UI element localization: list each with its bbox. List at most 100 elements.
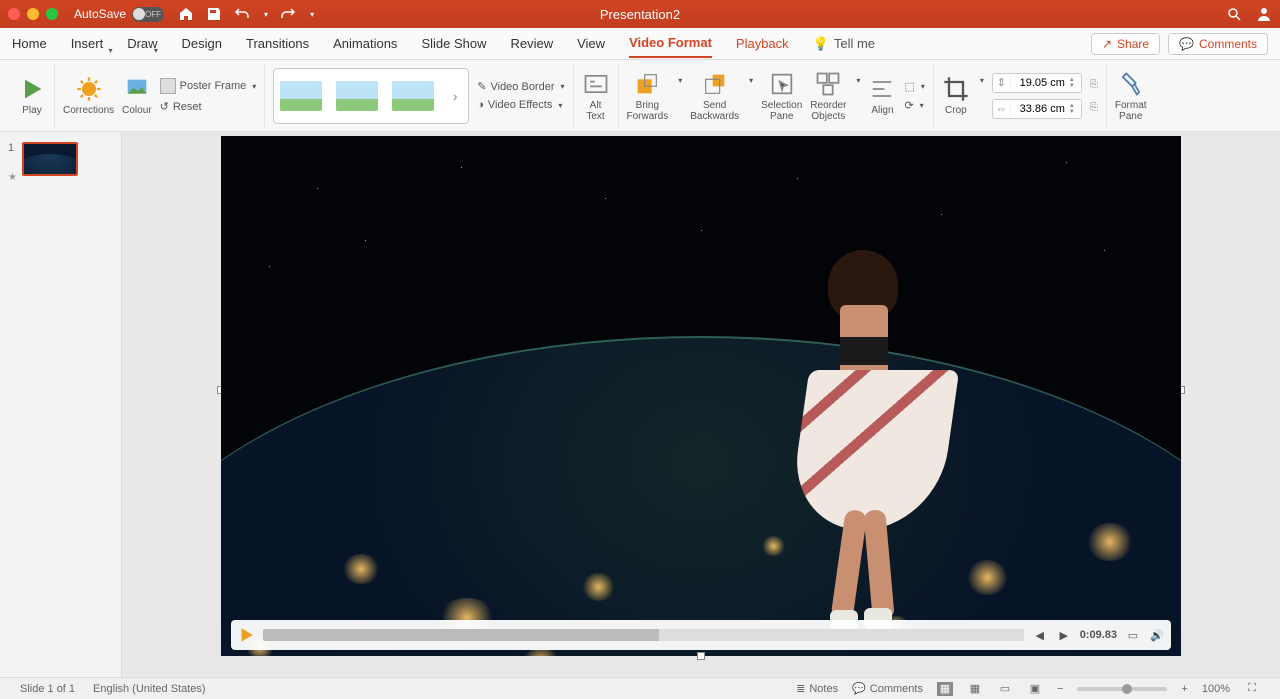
- tab-slide-show[interactable]: Slide Show: [421, 30, 486, 57]
- spinner-down-icon[interactable]: ▼: [1069, 83, 1081, 89]
- lightbulb-icon: 💡: [813, 36, 829, 52]
- resize-handle-bottom[interactable]: [697, 652, 705, 660]
- toggle-switch[interactable]: OFF: [132, 7, 164, 22]
- tab-home[interactable]: Home: [12, 30, 47, 57]
- selected-video-object[interactable]: ◀ ▶ 0:09.83 ▭ 🔊: [221, 136, 1181, 656]
- comment-icon: 💬: [852, 682, 866, 695]
- crop-button[interactable]: Crop: [942, 75, 970, 116]
- chevron-down-icon[interactable]: ▾: [749, 76, 753, 85]
- alt-text-button[interactable]: Alt Text: [582, 70, 610, 122]
- width-field[interactable]: [1011, 103, 1069, 115]
- width-input[interactable]: ⇔ ▲▼: [992, 99, 1082, 119]
- corrections-button[interactable]: Corrections ▾: [63, 75, 114, 116]
- selection-pane-button[interactable]: Selection Pane: [761, 70, 802, 122]
- language-indicator[interactable]: English (United States): [93, 683, 206, 695]
- video-styles-gallery[interactable]: ›: [273, 68, 469, 124]
- chevron-down-icon[interactable]: ▾: [980, 76, 984, 85]
- skip-forward-icon[interactable]: ▶: [1056, 627, 1072, 643]
- fit-to-window-icon[interactable]: ⛶: [1244, 682, 1260, 696]
- tab-animations[interactable]: Animations: [333, 30, 397, 57]
- tell-me-search[interactable]: 💡 Tell me: [813, 36, 875, 52]
- tab-insert[interactable]: Insert: [71, 30, 104, 57]
- tab-transitions[interactable]: Transitions: [246, 30, 309, 57]
- customize-qat-icon[interactable]: ▾: [310, 10, 314, 19]
- zoom-out-icon[interactable]: −: [1057, 683, 1063, 695]
- height-icon: ⇕: [993, 76, 1011, 89]
- spinner-down-icon[interactable]: ▼: [1069, 109, 1081, 115]
- share-button[interactable]: ↗ Share: [1091, 33, 1160, 55]
- send-backwards-button[interactable]: Send Backwards: [690, 70, 739, 122]
- tab-playback[interactable]: Playback: [736, 30, 789, 57]
- video-effects-button[interactable]: ◑ Video Effects ▾: [477, 99, 564, 111]
- maximize-window-icon[interactable]: [46, 8, 58, 20]
- comments-status-button[interactable]: 💬Comments: [852, 682, 923, 695]
- style-thumb-3[interactable]: [392, 81, 434, 111]
- volume-icon[interactable]: 🔊: [1149, 627, 1165, 643]
- share-icon: ↗: [1102, 37, 1112, 51]
- width-icon: ⇔: [993, 103, 1011, 115]
- lock-aspect-icon[interactable]: ⎘: [1090, 102, 1098, 113]
- search-icon[interactable]: [1226, 6, 1242, 22]
- quick-access-toolbar: ▾ ▾: [178, 6, 314, 22]
- slide-thumbnail-1[interactable]: [22, 142, 78, 176]
- style-thumb-1[interactable]: [280, 81, 322, 111]
- height-field[interactable]: [1011, 77, 1069, 89]
- zoom-level[interactable]: 100%: [1202, 683, 1230, 695]
- tab-design[interactable]: Design: [182, 30, 222, 57]
- video-progress-bar[interactable]: [263, 629, 1024, 641]
- chevron-down-icon: ▾: [109, 47, 113, 56]
- corrections-icon: [75, 75, 103, 103]
- tab-video-format[interactable]: Video Format: [629, 29, 712, 58]
- play-icon: [18, 75, 46, 103]
- redo-icon[interactable]: [280, 6, 296, 22]
- poster-frame-button[interactable]: Poster Frame ▾: [160, 78, 257, 94]
- main-workspace: 1 ★: [0, 132, 1280, 677]
- zoom-slider[interactable]: [1077, 687, 1167, 691]
- subtitle-icon[interactable]: ▭: [1125, 627, 1141, 643]
- save-icon[interactable]: [206, 6, 222, 22]
- video-frame-background: [221, 136, 1181, 656]
- chevron-down-icon[interactable]: ▾: [856, 76, 860, 85]
- zoom-in-icon[interactable]: +: [1181, 683, 1187, 695]
- format-pane-button[interactable]: Format Pane: [1115, 70, 1147, 122]
- reset-button[interactable]: ↺ Reset: [160, 100, 257, 113]
- minimize-window-icon[interactable]: [27, 8, 39, 20]
- notes-button[interactable]: ≣Notes: [796, 682, 838, 695]
- ribbon-tabs: Home Insert Draw Design Transitions Anim…: [0, 28, 1280, 60]
- send-backwards-icon: [701, 70, 729, 98]
- video-play-button[interactable]: [237, 626, 255, 644]
- rotate-button[interactable]: ⟳▾: [904, 99, 924, 112]
- colour-button[interactable]: Colour ▾: [122, 75, 151, 116]
- chevron-down-icon: ▾: [561, 82, 565, 91]
- slideshow-view-icon[interactable]: ▣: [1027, 682, 1043, 696]
- chevron-down-icon[interactable]: ▾: [678, 76, 682, 85]
- slide-canvas-area[interactable]: ◀ ▶ 0:09.83 ▭ 🔊: [122, 132, 1280, 677]
- autosave-toggle[interactable]: AutoSave OFF: [74, 7, 164, 22]
- sorter-view-icon[interactable]: ▦: [967, 682, 983, 696]
- skip-back-icon[interactable]: ◀: [1032, 627, 1048, 643]
- reorder-icon: [814, 70, 842, 98]
- undo-icon[interactable]: [234, 6, 250, 22]
- undo-dropdown-icon[interactable]: ▾: [264, 10, 268, 19]
- lock-aspect-icon[interactable]: ⎘: [1090, 79, 1098, 90]
- comments-button[interactable]: 💬 Comments: [1168, 33, 1268, 55]
- chevron-down-icon: ▾: [558, 101, 562, 110]
- play-button[interactable]: Play: [18, 75, 46, 116]
- video-border-button[interactable]: ✎ Video Border ▾: [477, 80, 564, 93]
- height-input[interactable]: ⇕ ▲▼: [992, 73, 1082, 93]
- bring-forwards-button[interactable]: Bring Forwards: [627, 70, 669, 122]
- reorder-objects-button[interactable]: Reorder Objects: [810, 70, 846, 122]
- normal-view-icon[interactable]: ▦: [937, 682, 953, 696]
- style-thumb-2[interactable]: [336, 81, 378, 111]
- slide-panel[interactable]: 1 ★: [0, 132, 122, 677]
- window-controls: [8, 8, 58, 20]
- gallery-more-icon[interactable]: ›: [448, 88, 462, 104]
- tab-view[interactable]: View: [577, 30, 605, 57]
- tab-review[interactable]: Review: [510, 30, 553, 57]
- home-icon[interactable]: [178, 6, 194, 22]
- account-icon[interactable]: [1256, 6, 1272, 22]
- group-button[interactable]: ⬚▾: [904, 80, 924, 93]
- reading-view-icon[interactable]: ▭: [997, 682, 1013, 696]
- close-window-icon[interactable]: [8, 8, 20, 20]
- align-button[interactable]: Align: [868, 75, 896, 116]
